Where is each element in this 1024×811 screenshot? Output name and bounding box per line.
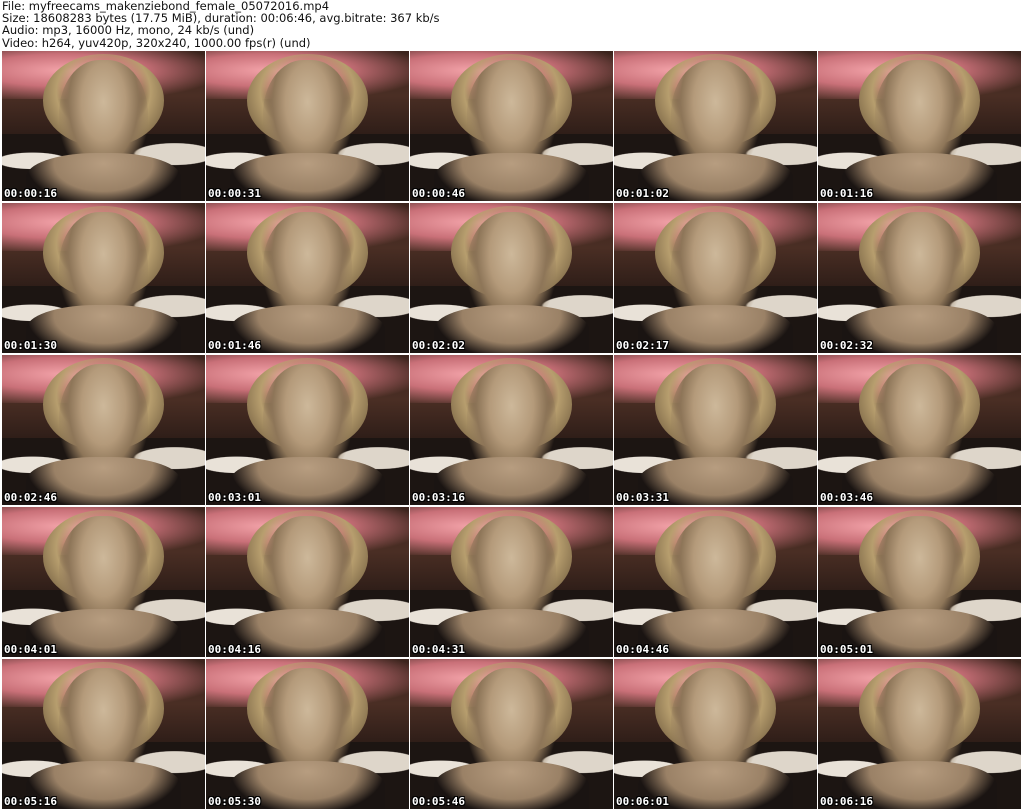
- video-frame-thumbnail: 00:01:46: [206, 203, 409, 353]
- frame-timestamp: 00:02:32: [820, 339, 873, 352]
- frame-timestamp: 00:00:46: [412, 187, 465, 200]
- video-frame-thumbnail: 00:04:31: [410, 507, 613, 657]
- frame-timestamp: 00:03:31: [616, 491, 669, 504]
- video-frame-thumbnail: 00:01:02: [614, 51, 817, 201]
- frame-timestamp: 00:04:46: [616, 643, 669, 656]
- frame-timestamp: 00:03:01: [208, 491, 261, 504]
- video-frame-thumbnail: 00:01:30: [2, 203, 205, 353]
- video-frame-thumbnail: 00:02:46: [2, 355, 205, 505]
- frame-timestamp: 00:06:01: [616, 795, 669, 808]
- video-frame-thumbnail: 00:05:46: [410, 659, 613, 809]
- frame-timestamp: 00:04:16: [208, 643, 261, 656]
- frame-timestamp: 00:05:30: [208, 795, 261, 808]
- video-frame-thumbnail: 00:04:16: [206, 507, 409, 657]
- video-frame-thumbnail: 00:02:02: [410, 203, 613, 353]
- video-frame-thumbnail: 00:02:32: [818, 203, 1021, 353]
- video-frame-thumbnail: 00:04:46: [614, 507, 817, 657]
- frame-timestamp: 00:05:46: [412, 795, 465, 808]
- video-frame-thumbnail: 00:05:30: [206, 659, 409, 809]
- video-frame-thumbnail: 00:06:01: [614, 659, 817, 809]
- frame-timestamp: 00:02:02: [412, 339, 465, 352]
- video-frame-thumbnail: 00:01:16: [818, 51, 1021, 201]
- video-frame-thumbnail: 00:03:01: [206, 355, 409, 505]
- video-frame-thumbnail: 00:00:16: [2, 51, 205, 201]
- frame-timestamp: 00:03:46: [820, 491, 873, 504]
- video-frame-thumbnail: 00:03:31: [614, 355, 817, 505]
- frame-timestamp: 00:04:01: [4, 643, 57, 656]
- video-frame-thumbnail: 00:02:17: [614, 203, 817, 353]
- frame-timestamp: 00:00:16: [4, 187, 57, 200]
- thumbnail-grid: 00:00:16 00:00:31 00:00:46 00:01:02 00:01:16…: [0, 51, 1024, 811]
- video-frame-thumbnail: 00:05:01: [818, 507, 1021, 657]
- video-line: Video: h264, yuv420p, 320x240, 1000.00 f…: [2, 35, 311, 50]
- frame-timestamp: 00:06:16: [820, 795, 873, 808]
- video-frame-thumbnail: 00:03:16: [410, 355, 613, 505]
- frame-timestamp: 00:04:31: [412, 643, 465, 656]
- frame-timestamp: 00:00:31: [208, 187, 261, 200]
- video-frame-thumbnail: 00:04:01: [2, 507, 205, 657]
- frame-timestamp: 00:05:16: [4, 795, 57, 808]
- frame-timestamp: 00:01:30: [4, 339, 57, 352]
- frame-timestamp: 00:02:46: [4, 491, 57, 504]
- video-frame-thumbnail: 00:00:46: [410, 51, 613, 201]
- audio-line: Audio: mp3, 16000 Hz, mono, 24 kb/s (und…: [2, 23, 255, 38]
- video-frame-thumbnail: 00:05:16: [2, 659, 205, 809]
- frame-timestamp: 00:01:16: [820, 187, 873, 200]
- frame-timestamp: 00:01:02: [616, 187, 669, 200]
- frame-timestamp: 00:02:17: [616, 339, 669, 352]
- video-frame-thumbnail: 00:00:31: [206, 51, 409, 201]
- metadata-header: File: myfreecams_makenziebond_female_050…: [2, 0, 1022, 50]
- frame-timestamp: 00:01:46: [208, 339, 261, 352]
- video-frame-thumbnail: 00:03:46: [818, 355, 1021, 505]
- frame-timestamp: 00:05:01: [820, 643, 873, 656]
- video-frame-thumbnail: 00:06:16: [818, 659, 1021, 809]
- frame-timestamp: 00:03:16: [412, 491, 465, 504]
